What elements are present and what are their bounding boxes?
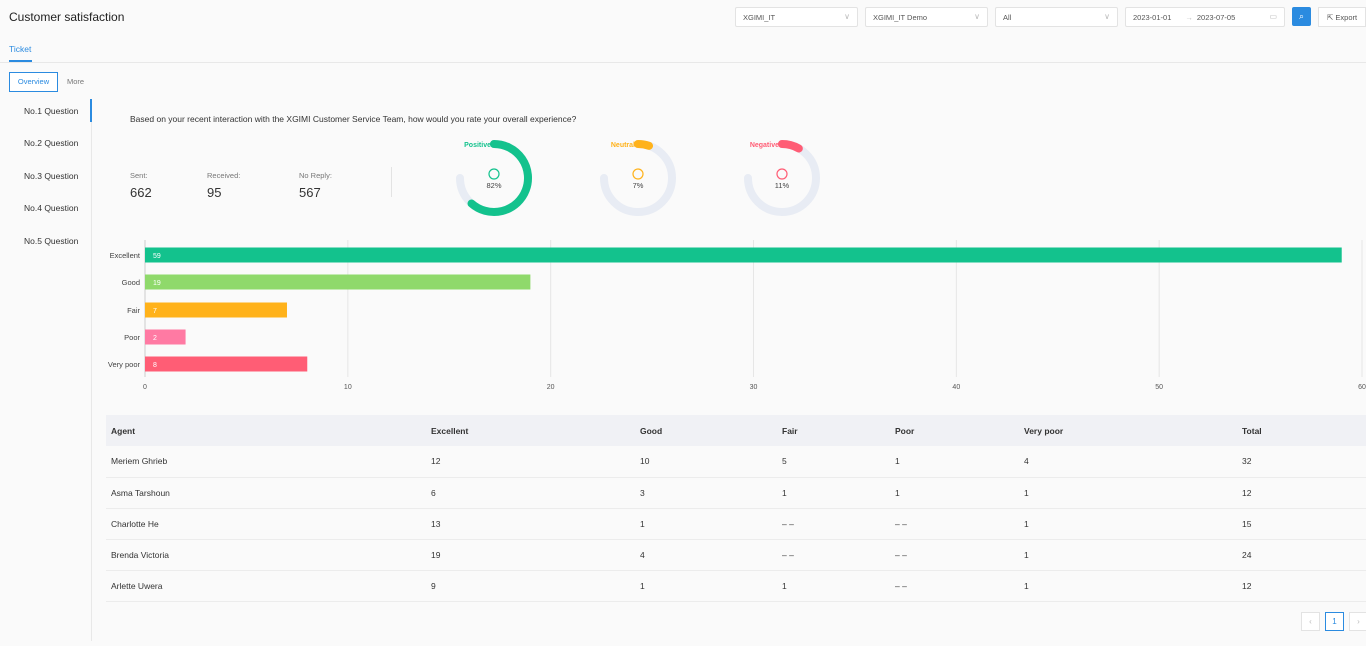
gauge-arc-neutral xyxy=(634,140,654,150)
table-cell: 9 xyxy=(426,570,635,602)
rating-bar-chart: 0 10 20 30 40 50 60 Excellent 59 Good 19 Fair 7 Poor 2… xyxy=(108,240,1366,391)
x-tick-label: 50 xyxy=(1155,384,1163,391)
table-cell: 5 xyxy=(777,446,890,478)
table-cell: 1 xyxy=(890,477,1019,509)
gauge-percent: 7% xyxy=(633,181,644,190)
table-cell: 1 xyxy=(777,570,890,602)
table-row: Meriem Ghrieb 12 10 5 1 4 32 xyxy=(106,446,1366,478)
gauge-label: Neutral xyxy=(611,142,635,149)
y-category-label: Poor xyxy=(124,333,140,342)
table-cell: 12 xyxy=(1237,477,1366,509)
col-total: Total xyxy=(1237,415,1366,446)
table-cell: 4 xyxy=(1019,446,1237,478)
col-very-poor: Very poor xyxy=(1019,415,1237,446)
table-header: Agent Excellent Good Fair Poor Very poor… xyxy=(106,415,1366,446)
table-cell: 1 xyxy=(635,570,777,602)
table-cell: 1 xyxy=(1019,539,1237,571)
table-row: Arlette Uwera 9 1 1– –1 12 xyxy=(106,570,1366,602)
bar-value-label: 7 xyxy=(153,308,157,315)
table-cell: – – xyxy=(890,508,1019,540)
table-cell: 1 xyxy=(1019,570,1237,602)
table-row: Asma Tarshoun 6 3 1 1 1 12 xyxy=(106,477,1366,509)
table-cell: 19 xyxy=(426,539,635,571)
bar-value-label: 2 xyxy=(153,335,157,342)
table-cell: 1 xyxy=(777,477,890,509)
x-tick-label: 10 xyxy=(344,384,352,391)
table-cell: 10 xyxy=(635,446,777,478)
smile-icon xyxy=(488,168,500,180)
y-category-label: Good xyxy=(122,278,140,287)
table-cell: Asma Tarshoun xyxy=(106,477,426,509)
table-cell: 1 xyxy=(890,446,1019,478)
table-cell: Brenda Victoria xyxy=(106,539,426,571)
x-tick-label: 0 xyxy=(143,384,147,391)
x-tick-label: 20 xyxy=(547,384,555,391)
prev-page-button[interactable]: ‹ xyxy=(1301,612,1320,631)
y-category-label: Fair xyxy=(127,306,140,315)
table-cell: 1 xyxy=(635,508,777,540)
sentiment-gauges: Positive 82% Neutral 7% Negative 11% xyxy=(456,140,820,216)
table-cell: – – xyxy=(890,570,1019,602)
x-tick-label: 60 xyxy=(1358,384,1366,391)
col-good: Good xyxy=(635,415,777,446)
table-row: Charlotte He 13 1– – – –1 15 xyxy=(106,508,1366,540)
gauge-percent: 11% xyxy=(775,181,790,190)
table-cell: Charlotte He xyxy=(106,508,426,540)
table-cell: Arlette Uwera xyxy=(106,570,426,602)
table-cell: 24 xyxy=(1237,539,1366,571)
x-tick-label: 40 xyxy=(952,384,960,391)
table-cell: 15 xyxy=(1237,508,1366,540)
x-tick-label: 30 xyxy=(750,384,758,391)
y-category-label: Very poor xyxy=(108,360,141,369)
neutral-face-icon xyxy=(632,168,644,180)
gauge-label: Positive xyxy=(464,142,491,149)
bar-good xyxy=(145,274,531,290)
gauge-track xyxy=(744,140,820,216)
table-cell: 4 xyxy=(635,539,777,571)
table-cell: 6 xyxy=(426,477,635,509)
col-poor: Poor xyxy=(890,415,1019,446)
table-cell: – – xyxy=(777,508,890,540)
agent-table: Agent Excellent Good Fair Poor Very poor… xyxy=(106,415,1366,602)
table-cell: 1 xyxy=(1019,508,1237,540)
y-category-label: Excellent xyxy=(110,251,141,260)
col-agent: Agent xyxy=(106,415,426,446)
table-cell: 12 xyxy=(1237,570,1366,602)
bar-excellent xyxy=(145,247,1342,263)
table-cell: – – xyxy=(890,539,1019,571)
table-cell: 3 xyxy=(635,477,777,509)
next-page-button[interactable]: › xyxy=(1349,612,1366,631)
gauge-arc-positive xyxy=(467,140,532,216)
bar-poor xyxy=(145,329,186,345)
col-fair: Fair xyxy=(777,415,890,446)
col-excellent: Excellent xyxy=(426,415,635,446)
table-cell: 32 xyxy=(1237,446,1366,478)
table-cell: 13 xyxy=(426,508,635,540)
bar-very-poor xyxy=(145,356,308,372)
bar-value-label: 19 xyxy=(153,280,161,287)
table-cell: – – xyxy=(777,539,890,571)
sad-face-icon xyxy=(776,168,788,180)
table-cell: Meriem Ghrieb xyxy=(106,446,426,478)
gauge-arc-negative xyxy=(778,140,803,153)
gauge-label: Negative xyxy=(750,142,779,149)
table-cell: 12 xyxy=(426,446,635,478)
gauge-track xyxy=(600,140,676,216)
bar-fair xyxy=(145,302,287,318)
bar-value-label: 59 xyxy=(153,253,161,260)
gauge-percent: 82% xyxy=(486,181,501,190)
table-row: Brenda Victoria 19 4– – – –1 24 xyxy=(106,539,1366,571)
page-1-button[interactable]: 1 xyxy=(1325,612,1344,631)
table-cell: 1 xyxy=(1019,477,1237,509)
bar-value-label: 8 xyxy=(153,362,157,369)
